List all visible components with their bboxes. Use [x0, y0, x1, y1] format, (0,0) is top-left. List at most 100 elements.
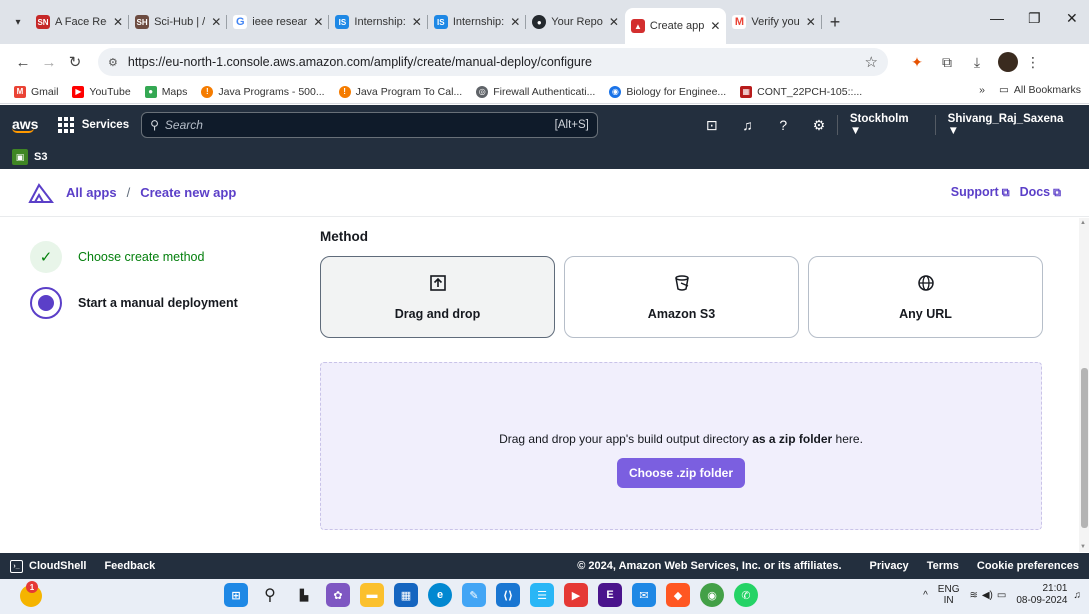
extensions-puzzle-icon[interactable]: ⧉ [932, 54, 962, 71]
download-icon[interactable]: ⤓ [962, 54, 992, 71]
close-tab-icon[interactable]: ✕ [313, 15, 323, 29]
method-amazon-s3[interactable]: Amazon S3 [564, 256, 799, 338]
chrome-icon[interactable]: ◉ [700, 583, 724, 607]
scroll-up-icon[interactable]: ▲ [1080, 220, 1086, 226]
whatsapp-icon[interactable]: ✆ [734, 583, 758, 607]
extension-icon[interactable]: ✦ [902, 54, 932, 71]
chevron-double-right-icon[interactable]: » [979, 84, 985, 96]
bookmark-item[interactable]: ▦ CONT_22PCH-105::... [740, 85, 862, 98]
volume-icon[interactable]: ◀) [982, 590, 993, 601]
brave-icon[interactable]: ◆ [666, 583, 690, 607]
breadcrumb-all-apps[interactable]: All apps [66, 185, 117, 200]
mysql-workbench-icon[interactable]: ☰ [530, 583, 554, 607]
amplify-logo-icon[interactable] [28, 182, 54, 203]
browser-tab-active[interactable]: ▲ Create app ✕ [624, 8, 727, 44]
browser-tab[interactable]: G ieee resear ✕ [227, 7, 330, 37]
gear-icon[interactable]: ⚙ [801, 117, 837, 134]
eclipse-icon[interactable]: E [598, 583, 622, 607]
file-explorer-icon[interactable]: ▬ [360, 583, 384, 607]
restore-icon[interactable]: ❐ [1028, 10, 1041, 27]
account-menu[interactable]: Shivang_Raj_Saxena ▼ [936, 113, 1077, 137]
more-menu-icon[interactable]: ⋮ [1018, 54, 1048, 71]
region-selector[interactable]: Stockholm ▼ [838, 113, 935, 137]
bookmark-item[interactable]: ▶ YouTube [72, 85, 131, 98]
language-indicator[interactable]: ENG IN [938, 584, 960, 606]
mail-icon[interactable]: ✉ [632, 583, 656, 607]
aws-logo[interactable]: aws [12, 117, 44, 133]
back-icon[interactable]: ← [10, 54, 36, 71]
clock[interactable]: 21:01 08-09-2024 [1016, 583, 1067, 607]
youtube-music-icon[interactable]: ▶ [564, 583, 588, 607]
wifi-icon[interactable]: ≋ [969, 590, 977, 601]
cloudshell-button[interactable]: ›_ CloudShell [10, 559, 86, 573]
aws-search-input[interactable]: ⚲ Search [Alt+S] [141, 112, 598, 138]
notification-bell-icon[interactable]: ♫ [1074, 590, 1082, 601]
weather-widget-icon[interactable]: 1 [20, 581, 42, 607]
new-tab-icon[interactable]: + [830, 12, 841, 33]
profile-avatar[interactable] [998, 52, 1018, 72]
tab-search-icon[interactable]: ▾ [6, 10, 30, 34]
copilot-icon[interactable]: ✿ [326, 583, 350, 607]
pinned-service-s3[interactable]: ▣ S3 [12, 149, 47, 165]
scroll-down-icon[interactable]: ▼ [1080, 544, 1086, 550]
breadcrumb-separator: / [126, 185, 131, 200]
choose-zip-button[interactable]: Choose .zip folder [616, 458, 745, 488]
bookmark-item[interactable]: ! Java Programs - 500... [201, 85, 325, 98]
close-tab-icon[interactable]: ✕ [609, 15, 619, 29]
support-link[interactable]: Support ⧉ [951, 185, 1010, 200]
browser-tab[interactable]: SN A Face Rec ✕ [30, 7, 130, 37]
bookmark-item[interactable]: M Gmail [14, 85, 58, 98]
close-tab-icon[interactable]: ✕ [806, 15, 816, 29]
scrollbar-thumb[interactable] [1081, 368, 1088, 528]
feedback-link[interactable]: Feedback [104, 560, 155, 572]
start-icon[interactable]: ⊞ [224, 583, 248, 607]
method-any-url[interactable]: Any URL [808, 256, 1043, 338]
browser-tab[interactable]: SH Sci-Hub | / ✕ [129, 7, 228, 37]
close-tab-icon[interactable]: ✕ [113, 15, 123, 29]
close-tab-icon[interactable]: ✕ [510, 15, 520, 29]
zip-dropzone[interactable]: Drag and drop your app's build output di… [320, 362, 1042, 530]
method-drag-and-drop[interactable]: Drag and drop [320, 256, 555, 338]
browser-tab[interactable]: ● Your Repo ✕ [526, 7, 625, 37]
page-scrollbar[interactable]: ▲ ▼ [1079, 218, 1089, 552]
task-view-icon[interactable]: ▙ [292, 583, 316, 607]
step-manual-deployment[interactable]: Start a manual deployment [30, 286, 290, 320]
taskbar-apps: ⊞ ⚲ ▙ ✿ ▬ ▦ e ✎ ⟨⟩ ☰ ▶ E ✉ ◆ ◉ ✆ [224, 583, 758, 607]
site-info-icon[interactable]: ⚙ [108, 56, 118, 69]
close-tab-icon[interactable]: ✕ [412, 15, 422, 29]
help-icon[interactable]: ? [765, 117, 801, 133]
close-window-icon[interactable]: ✕ [1066, 10, 1078, 27]
close-tab-icon[interactable]: ✕ [211, 15, 221, 29]
battery-icon[interactable]: ▭ [997, 590, 1006, 601]
browser-tab[interactable]: IS Internship: ✕ [428, 7, 527, 37]
bell-icon[interactable]: ♫ [730, 117, 766, 133]
store-icon[interactable]: ▦ [394, 583, 418, 607]
url-bar[interactable]: ⚙ https://eu-north-1.console.aws.amazon.… [98, 48, 888, 76]
browser-tab[interactable]: M Verify you ✕ [726, 7, 823, 37]
browser-tab[interactable]: IS Internship: ✕ [329, 7, 429, 37]
cloudshell-icon[interactable]: ⊡ [694, 117, 730, 134]
url-text[interactable]: https://eu-north-1.console.aws.amazon.co… [128, 55, 592, 69]
edge-icon[interactable]: e [428, 583, 452, 607]
bookmark-item[interactable]: ◉ Biology for Enginee... [609, 85, 726, 98]
terms-link[interactable]: Terms [927, 560, 959, 572]
bookmark-star-icon[interactable]: ☆ [865, 53, 878, 71]
bookmark-item[interactable]: ! Java Program To Cal... [338, 85, 462, 98]
all-bookmarks-link[interactable]: All Bookmarks [1014, 84, 1081, 96]
minimize-icon[interactable]: — [990, 10, 1004, 26]
cookie-preferences-link[interactable]: Cookie preferences [977, 560, 1079, 572]
chevron-up-icon[interactable]: ^ [923, 590, 928, 601]
forward-icon[interactable]: → [36, 54, 62, 71]
breadcrumb-current[interactable]: Create new app [140, 185, 236, 200]
search-icon[interactable]: ⚲ [258, 583, 282, 607]
azure-data-studio-icon[interactable]: ✎ [462, 583, 486, 607]
step-choose-method[interactable]: ✓ Choose create method [30, 240, 290, 274]
close-tab-icon[interactable]: ✕ [710, 19, 720, 33]
privacy-link[interactable]: Privacy [870, 560, 909, 572]
vscode-icon[interactable]: ⟨⟩ [496, 583, 520, 607]
bookmark-item[interactable]: ● Maps [144, 85, 187, 98]
docs-link[interactable]: Docs ⧉ [1020, 185, 1061, 200]
services-menu[interactable]: Services [57, 117, 129, 133]
bookmark-item[interactable]: ◎ Firewall Authenticati... [476, 85, 595, 98]
reload-icon[interactable]: ↻ [62, 53, 88, 71]
